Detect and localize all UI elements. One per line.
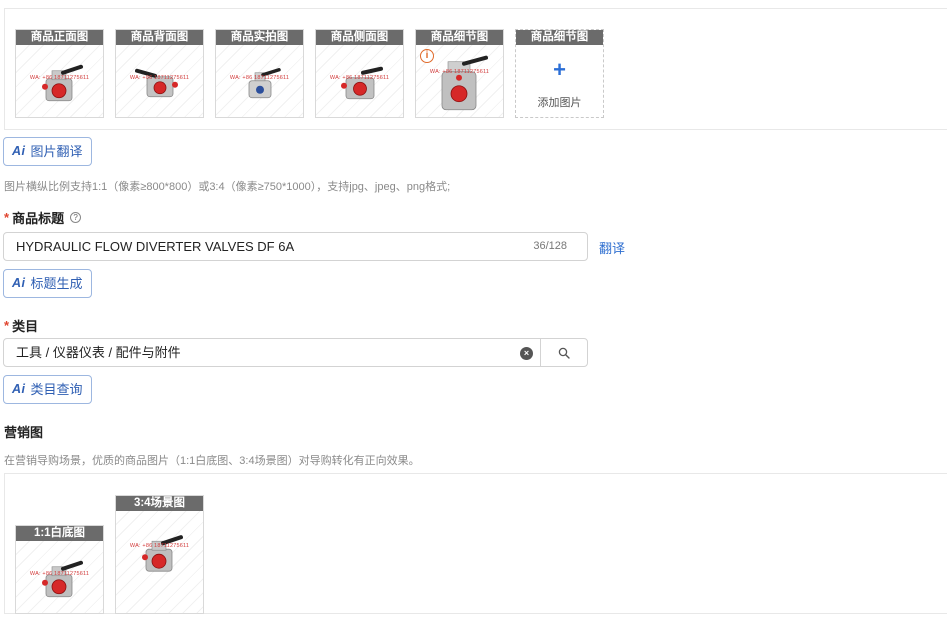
ai-image-translate-button[interactable]: Ai 图片翻译 (3, 137, 92, 166)
image-tile-label: 3:4场景图 (116, 496, 203, 511)
image-tile-back[interactable]: 商品背面图 WA: +86 18711275611 (115, 29, 204, 118)
image-requirements-hint: 图片横纵比例支持1:1（像素≥800*800）或3:4（像素≥750*1000）… (4, 181, 451, 193)
watermark-text: WA: +86 18711275611 (29, 571, 90, 578)
translate-title-button[interactable]: 翻译 (599, 238, 625, 257)
ai-icon: Ai (12, 144, 26, 158)
clear-icon[interactable]: × (520, 347, 533, 360)
title-char-counter: 36/128 (533, 240, 567, 252)
watermark-text: WA: +86 18711275611 (329, 75, 390, 82)
valve-product-image (141, 535, 183, 572)
category-search-button[interactable] (540, 339, 587, 366)
valve-product-image (340, 66, 383, 100)
image-tile-front[interactable]: 商品正面图 WA: +86 18711275611 (15, 29, 104, 118)
image-tile-label: 商品背面图 (116, 30, 203, 45)
help-icon[interactable]: ? (70, 212, 82, 223)
marketing-tile-white-bg[interactable]: 1:1白底图 WA: +86 18711275611 (15, 525, 104, 614)
required-mark: * (4, 210, 10, 225)
image-tile-detail[interactable]: 商品细节图 i WA: +86 18711275611 (415, 29, 504, 118)
image-tile-side[interactable]: 商品侧面图 WA: +86 18711275611 (315, 29, 404, 118)
image-tile-label: 商品侧面图 (316, 30, 403, 45)
image-tile-label: 商品实拍图 (216, 30, 303, 45)
marketing-tile-scene[interactable]: 3:4场景图 WA: +86 18711275611 (115, 495, 204, 614)
valve-product-image (41, 560, 83, 598)
ai-category-query-button[interactable]: Ai 类目查询 (3, 375, 92, 404)
watermark-text: WA: +86 18711275611 (429, 69, 490, 76)
title-field-label: * 商品标题 ? (4, 208, 82, 227)
title-label-text: 商品标题 (12, 211, 65, 226)
warning-icon[interactable]: i (420, 49, 434, 63)
ai-title-generate-button[interactable]: Ai 标题生成 (3, 269, 92, 298)
ai-icon: Ai (12, 382, 26, 396)
image-tile-label: 1:1白底图 (16, 526, 103, 541)
watermark-text: WA: +86 18711275611 (129, 542, 190, 549)
image-tile-label: 商品细节图 (416, 30, 503, 45)
image-tile-real-shot[interactable]: 商品实拍图 WA: +86 18711275611 (215, 29, 304, 118)
watermark-text: WA: +86 18711275611 (129, 75, 190, 82)
image-tile-label: 商品正面图 (16, 30, 103, 45)
watermark-text: WA: +86 18711275611 (229, 75, 290, 82)
ai-button-label: 标题生成 (30, 276, 83, 291)
valve-product-image (441, 55, 488, 111)
product-title-input[interactable]: HYDRAULIC FLOW DIVERTER VALVES DF 6A 36/… (3, 232, 588, 261)
ai-button-label: 图片翻译 (30, 144, 83, 159)
required-mark: * (4, 318, 10, 333)
add-image-text: 添加图片 (537, 97, 582, 109)
category-value: 工具 / 仪器仪表 / 配件与附件 (16, 345, 181, 360)
marketing-images-title: 营销图 (4, 425, 44, 440)
ai-button-label: 类目查询 (30, 382, 83, 397)
valve-product-image (248, 68, 281, 99)
product-title-value: HYDRAULIC FLOW DIVERTER VALVES DF 6A (16, 239, 295, 254)
image-tile-label: 商品细节图 (516, 30, 603, 45)
watermark-text: WA: +86 18711275611 (29, 75, 90, 82)
add-image-button[interactable]: 商品细节图 + 添加图片 (515, 29, 604, 118)
search-icon (558, 347, 570, 359)
category-select[interactable]: 工具 / 仪器仪表 / 配件与附件 × (3, 338, 588, 367)
ai-icon: Ai (12, 276, 26, 290)
category-label-text: 类目 (12, 319, 39, 334)
valve-product-image (134, 68, 178, 98)
valve-product-image (41, 64, 83, 102)
category-field-label: * 类目 (4, 316, 38, 335)
plus-icon: + (553, 57, 566, 82)
marketing-images-hint: 在营销导购场景，优质的商品图片（1:1白底图、3:4场景图）对导购转化有正向效果… (4, 455, 420, 467)
